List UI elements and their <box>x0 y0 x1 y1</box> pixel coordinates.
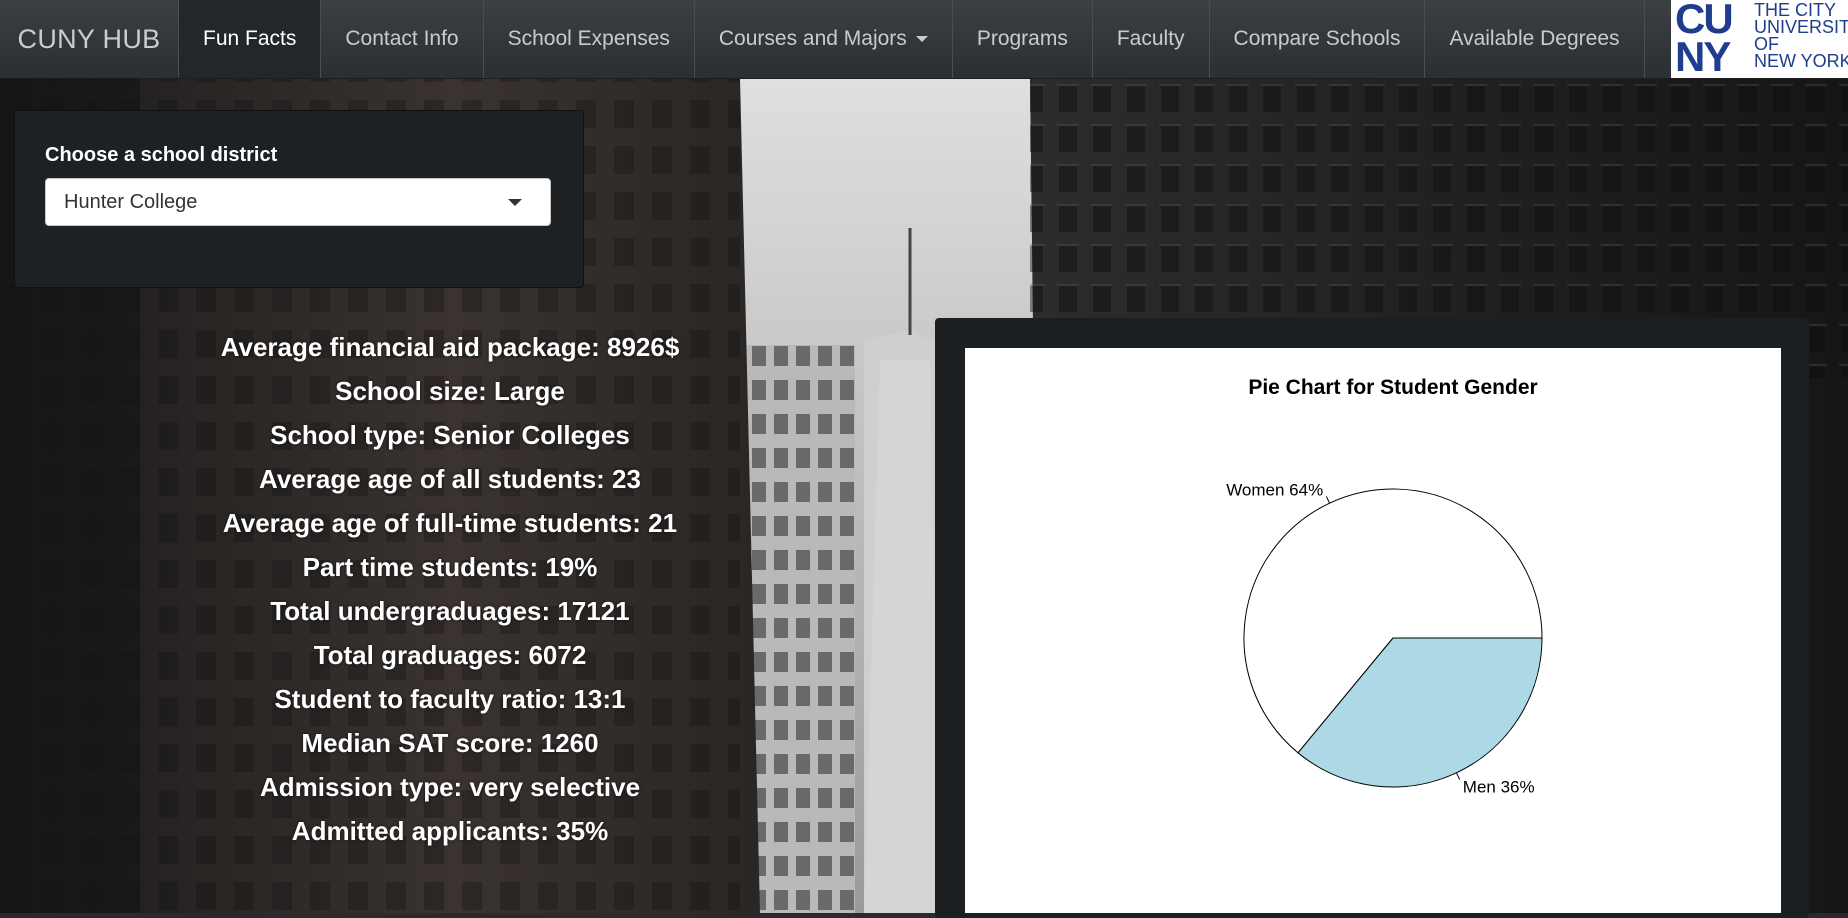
nav-tab-contact-info[interactable]: Contact Info <box>320 0 482 78</box>
fact-median-sat: Median SAT score: 1260 <box>301 728 599 758</box>
caret-down-icon <box>915 36 928 42</box>
fun-facts-list: Average financial aid package: 8926$ Sch… <box>20 327 880 855</box>
pie-slice-label-0: Women 64% <box>1226 481 1323 500</box>
fact-admission-type: Admission type: very selective <box>259 772 641 802</box>
nav-tab-compare-schools[interactable]: Compare Schools <box>1208 0 1425 78</box>
fact-average-age-full-time: Average age of full-time students: 21 <box>222 508 678 538</box>
fact-school-size: School size: Large <box>335 376 565 406</box>
cuny-logo-wordmark: THE CITY UNIVERSITY OF NEW YORK <box>1754 1 1848 71</box>
gender-pie-chart: Pie Chart for Student Gender Women 64% Me… <box>965 348 1781 913</box>
fact-financial-aid: Average financial aid package: 8926$ <box>220 332 680 362</box>
fact-student-faculty-ratio: Student to faculty ratio: 13:1 <box>274 684 626 714</box>
fact-part-time: Part time students: 19% <box>302 552 598 582</box>
pie-slice-label-1: Men 36% <box>1463 777 1535 796</box>
school-district-select-value: Hunter College <box>64 190 198 213</box>
nav-tab-fun-facts[interactable]: Fun Facts <box>178 0 321 78</box>
fact-school-type: School type: Senior Colleges <box>270 420 630 450</box>
pie-label-tick-0 <box>1325 496 1331 504</box>
chart-title: Pie Chart for Student Gender <box>1248 376 1537 399</box>
school-selector-panel: Choose a school district Hunter College <box>14 110 584 288</box>
nav-tab-available-degrees[interactable]: Available Degrees <box>1424 0 1643 78</box>
fact-admitted-applicants: Admitted applicants: 35% <box>291 816 609 846</box>
cuny-logo-word: NEW YORK <box>1754 51 1848 71</box>
nav-dropdown-label: Courses and Majors <box>718 27 907 50</box>
fact-total-graduates: Total graduages: 6072 <box>313 640 587 670</box>
brand-title[interactable]: CUNY HUB <box>0 0 178 78</box>
pie-label-tick-1 <box>1455 772 1461 780</box>
nav-dropdown-courses-and-majors[interactable]: Courses and Majors <box>693 0 952 78</box>
cuny-logo-mark-bottom: NY <box>1675 33 1731 78</box>
cuny-logo[interactable]: CU NY THE CITY UNIVERSITY OF NEW YORK <box>1671 0 1848 78</box>
chevron-down-icon <box>508 199 522 206</box>
top-navbar: CUNY HUB Fun Facts Contact Info School E… <box>0 0 1848 79</box>
pie-chart-svg: Pie Chart for Student Gender Women 64% Me… <box>1226 376 1543 796</box>
nav-tab-faculty[interactable]: Faculty <box>1091 0 1209 78</box>
fact-total-undergraduates: Total undergraduages: 17121 <box>270 596 630 626</box>
nav-tab-school-expenses[interactable]: School Expenses <box>482 0 694 78</box>
school-district-select[interactable]: Hunter College <box>45 178 551 226</box>
nav-tab-programs[interactable]: Programs <box>951 0 1092 78</box>
school-selector-label: Choose a school district <box>45 144 278 166</box>
fact-average-age-all: Average age of all students: 23 <box>259 464 641 494</box>
